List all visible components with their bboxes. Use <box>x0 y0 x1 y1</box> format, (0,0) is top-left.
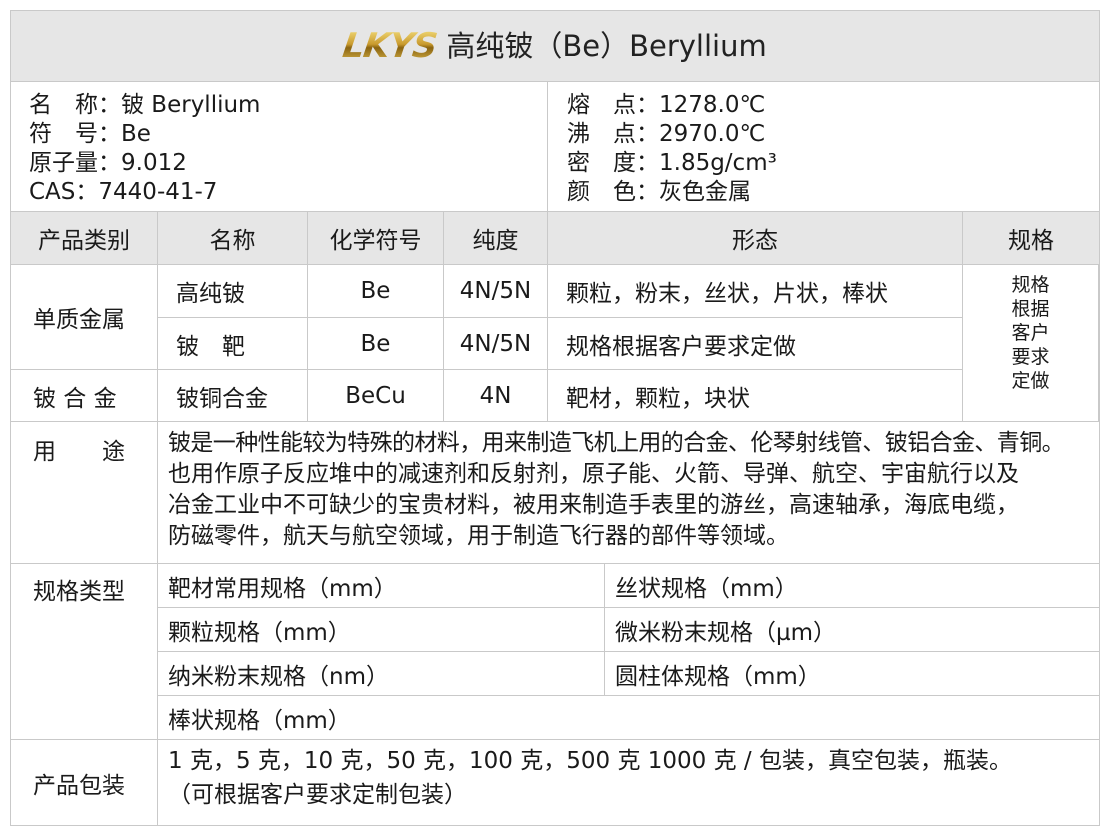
row2-name: 铍 靶 <box>158 318 308 370</box>
row1-symbol: Be <box>308 265 444 318</box>
usage-line-3: 冶金工业中不可缺少的宝贵材料，被用来制造手表里的游丝，高速轴承，海底电缆， <box>168 492 1019 518</box>
spec-wire: 丝状规格（mm） <box>605 564 1099 608</box>
header-name: 名称 <box>158 212 308 265</box>
spec-note: 规格 根据 客户 要求 定做 <box>963 265 1099 422</box>
spec-types-label: 规格类型 <box>11 564 158 740</box>
row3-form: 靶材，颗粒，块状 <box>548 370 963 422</box>
header-form: 形态 <box>548 212 963 265</box>
page-title: 高纯铍（Be）Beryllium <box>446 28 767 63</box>
packaging-content: 1 克，5 克，10 克，50 克，100 克，500 克 1000 克 / 包… <box>158 740 1099 826</box>
header-category: 产品类别 <box>11 212 158 265</box>
row1-name: 高纯铍 <box>158 265 308 318</box>
info-name: 名 称：铍 Beryllium <box>29 92 261 118</box>
info-symbol: 符 号： Be <box>29 121 151 147</box>
title-bar: LKYS 高纯铍（Be）Beryllium <box>11 11 1099 82</box>
usage-line-4: 防磁零件，航天与航空领域，用于制造飞行器的部件等领域。 <box>168 523 789 549</box>
packaging-label: 产品包装 <box>11 740 158 826</box>
info-boiling-point: 沸 点： 2970.0℃ <box>567 121 766 147</box>
row2-symbol: Be <box>308 318 444 370</box>
header-purity: 纯度 <box>444 212 548 265</box>
usage-content: 铍是一种性能较为特殊的材料，用来制造飞机上用的合金、伦琴射线管、铍铝合金、青铜。… <box>158 422 1099 564</box>
category-alloy: 铍 合 金 <box>11 370 158 422</box>
spec-micron-powder: 微米粉末规格（µm） <box>605 608 1099 652</box>
info-melting-point: 熔 点： 1278.0℃ <box>567 92 766 118</box>
info-cas: CAS： 7440-41-7 <box>29 179 218 205</box>
header-spec: 规格 <box>963 212 1099 265</box>
row1-purity: 4N/5N <box>444 265 548 318</box>
header-symbol: 化学符号 <box>308 212 444 265</box>
basic-info: 名 称：铍 Beryllium 符 号： Be 原子量： 9.012 CAS： 744… <box>11 82 1099 212</box>
row3-purity: 4N <box>444 370 548 422</box>
spec-rod: 棒状规格（mm） <box>158 696 1099 740</box>
spec-nano-powder: 纳米粉末规格（nm） <box>158 652 605 696</box>
row2-form: 规格根据客户要求定做 <box>548 318 963 370</box>
info-left: 名 称：铍 Beryllium 符 号： Be 原子量： 9.012 CAS： 744… <box>29 91 260 207</box>
info-atomic-weight: 原子量： 9.012 <box>29 150 187 176</box>
row2-purity: 4N/5N <box>444 318 548 370</box>
row3-symbol: BeCu <box>308 370 444 422</box>
packaging-line-2: （可根据客户要求定制包装） <box>168 782 467 808</box>
info-color: 颜 色： 灰色金属 <box>567 179 751 205</box>
usage-line-2: 也用作原子反应堆中的减速剂和反射剂，原子能、火箭、导弹、航空、宇宙航行以及 <box>168 461 1019 487</box>
info-right: 熔 点： 1278.0℃ 沸 点： 2970.0℃ 密 度： 1.85g/cm³ 颜 … <box>567 91 777 207</box>
info-density: 密 度： 1.85g/cm³ <box>567 150 777 176</box>
row3-name: 铍铜合金 <box>158 370 308 422</box>
category-pure-metal: 单质金属 <box>11 265 158 370</box>
spec-target: 靶材常用规格（mm） <box>158 564 605 608</box>
spec-granule: 颗粒规格（mm） <box>158 608 605 652</box>
usage-label: 用 途 <box>11 422 158 564</box>
packaging-line-1: 1 克，5 克，10 克，50 克，100 克，500 克 1000 克 / 包… <box>168 748 1012 774</box>
usage-line-1: 铍是一种性能较为特殊的材料，用来制造飞机上用的合金、伦琴射线管、铍铝合金、青铜。 <box>168 430 1065 456</box>
brand-logo: LKYS <box>340 26 440 66</box>
info-divider <box>547 82 548 212</box>
product-sheet: LKYS 高纯铍（Be）Beryllium 名 称：铍 Beryllium 符 … <box>10 10 1100 826</box>
row1-form: 颗粒，粉末，丝状，片状，棒状 <box>548 265 963 318</box>
spec-cylinder: 圆柱体规格（mm） <box>605 652 1099 696</box>
